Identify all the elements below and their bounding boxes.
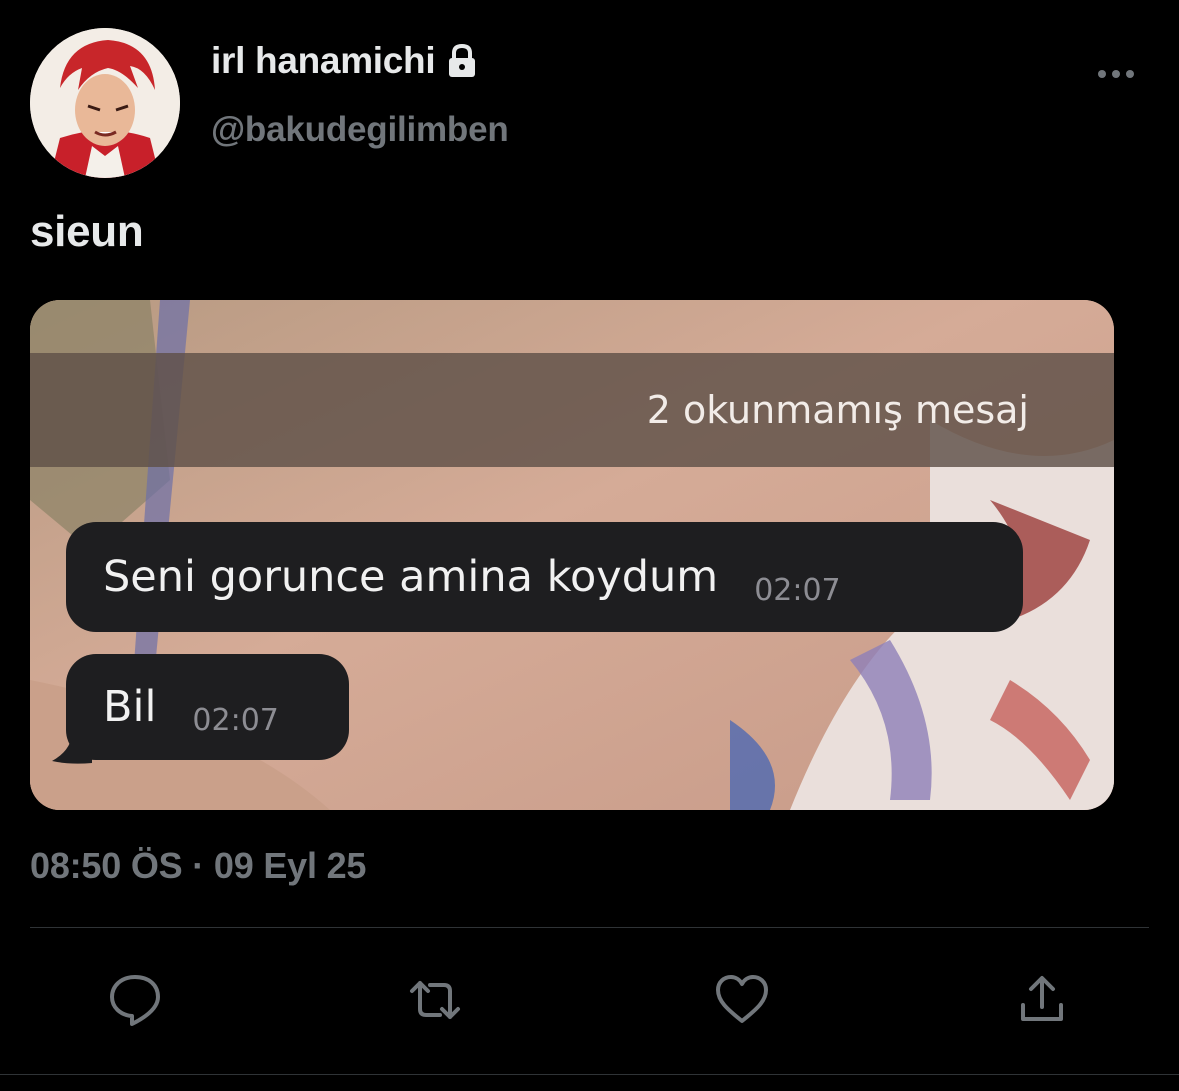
heart-icon bbox=[716, 975, 768, 1023]
message-text: Bil bbox=[103, 682, 157, 732]
message-text: Seni gorunce amina koydum bbox=[103, 552, 719, 602]
tweet-media[interactable]: 2 okunmamış mesaj Seni gorunce amina koy… bbox=[30, 300, 1114, 810]
share-icon bbox=[1021, 976, 1063, 1021]
lock-icon bbox=[449, 43, 476, 77]
message-bubble: Bil 02:07 bbox=[66, 654, 349, 760]
avatar[interactable] bbox=[30, 28, 180, 178]
tweet-text: sieun bbox=[30, 207, 144, 256]
divider bbox=[30, 927, 1149, 928]
reply-button[interactable] bbox=[105, 970, 165, 1030]
like-button[interactable] bbox=[712, 970, 772, 1030]
unread-banner: 2 okunmamış mesaj bbox=[30, 353, 1114, 467]
more-options-icon[interactable] bbox=[1096, 64, 1136, 84]
retweet-button[interactable] bbox=[405, 970, 465, 1030]
bubble-tail-icon bbox=[52, 735, 92, 764]
share-button[interactable] bbox=[1012, 970, 1072, 1030]
unread-banner-text: 2 okunmamış mesaj bbox=[646, 388, 1029, 432]
user-handle[interactable]: @bakudegilimben bbox=[211, 110, 509, 150]
display-name[interactable]: irl hanamichi bbox=[211, 40, 479, 82]
message-time: 02:07 bbox=[192, 702, 279, 738]
anime-character-avatar-icon bbox=[30, 28, 180, 178]
reply-icon bbox=[110, 975, 160, 1026]
display-name-text: irl hanamichi bbox=[211, 40, 436, 81]
retweet-icon bbox=[410, 981, 460, 1019]
message-time: 02:07 bbox=[754, 572, 841, 608]
tweet-timestamp[interactable]: 08:50 ÖS · 09 Eyl 25 bbox=[30, 845, 366, 887]
divider bbox=[0, 1074, 1179, 1075]
message-bubble: Seni gorunce amina koydum 02:07 bbox=[66, 522, 1023, 632]
